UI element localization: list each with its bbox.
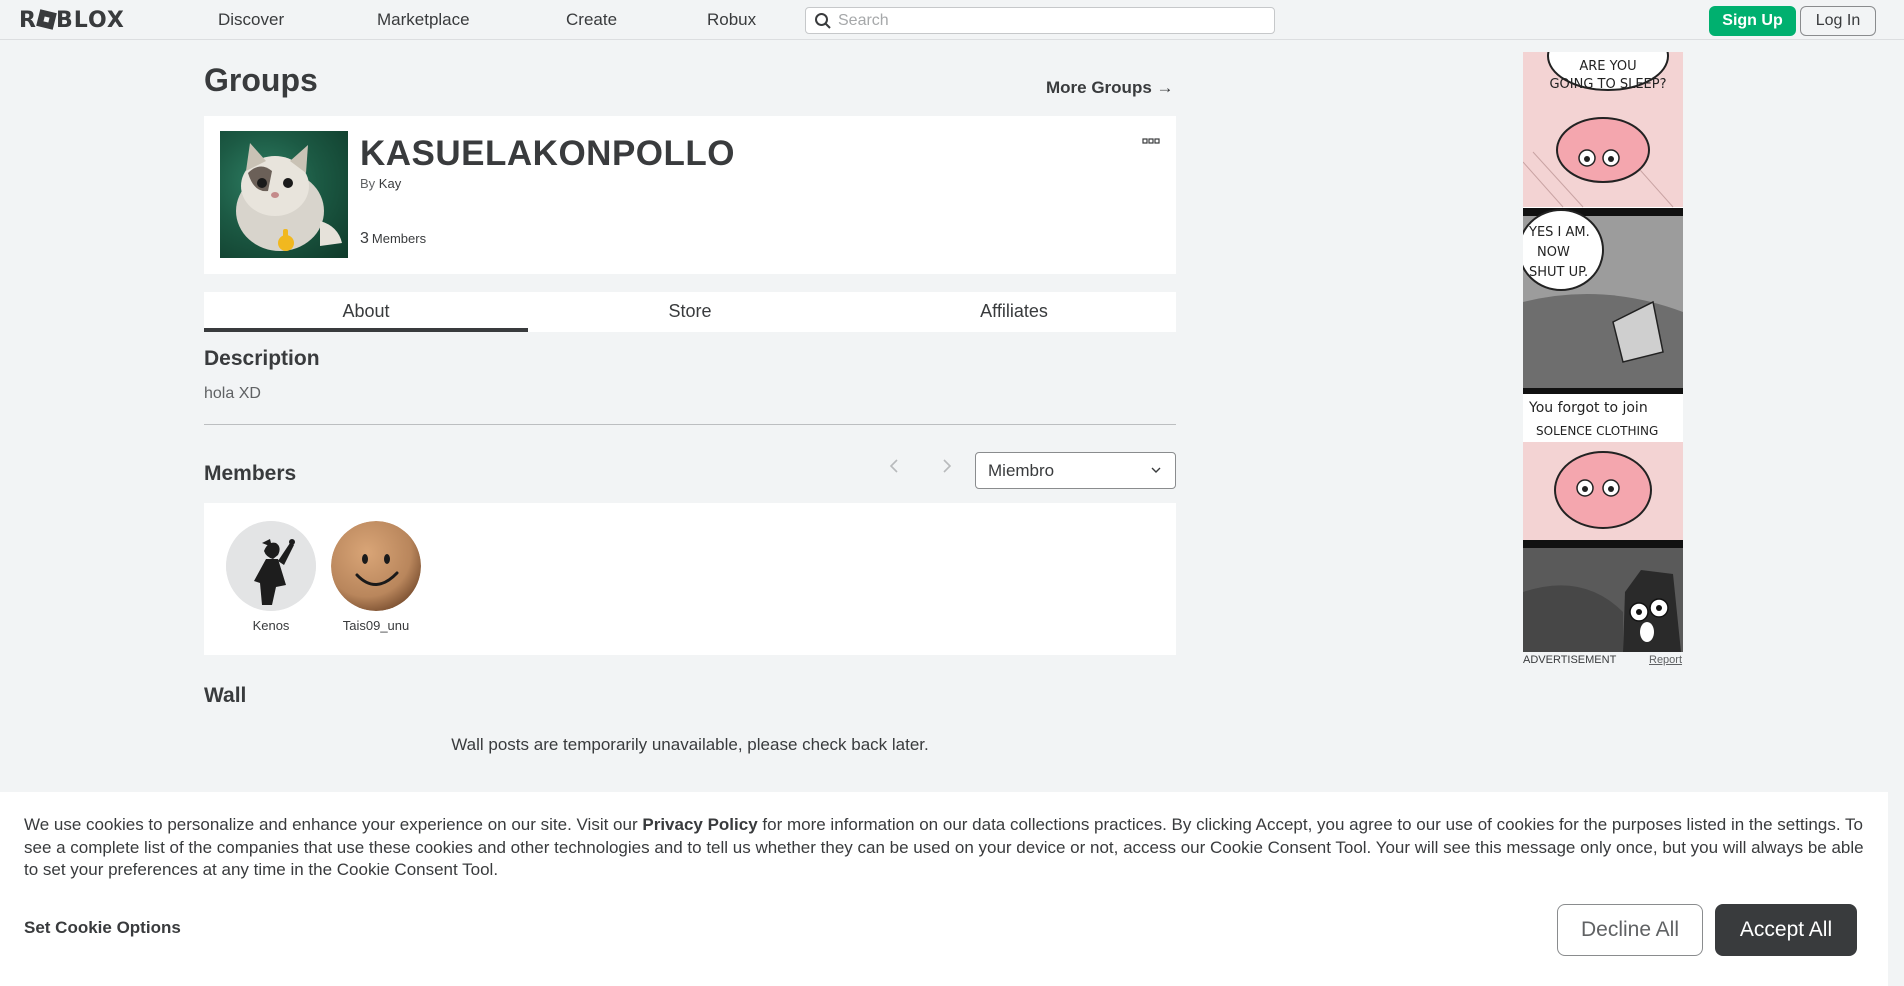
page-title: Groups [204, 62, 318, 98]
set-cookie-options-link[interactable]: Set Cookie Options [24, 918, 181, 938]
chevron-down-icon [1151, 467, 1161, 473]
ad-panel3-line2: SOLENCE CLOTHING [1536, 424, 1658, 438]
chevron-right-icon[interactable] [942, 458, 952, 479]
accept-all-button[interactable]: Accept All [1715, 904, 1857, 956]
group-header-card: KASUELAKONPOLLO By Kay 3 Members [204, 116, 1176, 274]
ad-panel1-line1: ARE YOU [1579, 59, 1636, 74]
advertisement-banner[interactable]: ARE YOU GOING TO SLEEP? YES I AM. NOW SH… [1518, 21, 1683, 652]
cookie-consent-banner: We use cookies to personalize and enhanc… [0, 792, 1888, 986]
nav-marketplace[interactable]: Marketplace [377, 10, 470, 30]
members-heading: Members [204, 462, 297, 485]
owner-link[interactable]: Kay [379, 176, 401, 191]
role-selected-value: Miembro [988, 461, 1055, 480]
cookie-message: We use cookies to personalize and enhanc… [24, 814, 1874, 882]
nav-robux[interactable]: Robux [707, 10, 756, 30]
chevron-left-icon[interactable] [889, 458, 899, 479]
description-heading: Description [204, 347, 320, 370]
member-card[interactable]: Kenos [221, 521, 321, 633]
member-card[interactable]: Tais09_unu [326, 521, 426, 633]
tab-about[interactable]: About [204, 292, 528, 332]
advertisement-label: ADVERTISEMENT [1523, 654, 1617, 666]
description-text: hola XD [204, 385, 261, 402]
role-dropdown[interactable]: Miembro [975, 452, 1176, 489]
ad-panel2-line1: YES I AM. [1528, 225, 1590, 240]
decline-all-button[interactable]: Decline All [1557, 904, 1703, 956]
wall-unavailable-message: Wall posts are temporarily unavailable, … [451, 735, 929, 754]
ad-panel2-line2: NOW [1537, 245, 1570, 260]
search-input[interactable] [838, 10, 1258, 31]
tab-affiliates[interactable]: Affiliates [852, 292, 1176, 332]
privacy-policy-link[interactable]: Privacy Policy [642, 815, 757, 834]
cookie-text-before: We use cookies to personalize and enhanc… [24, 815, 643, 834]
login-button[interactable]: Log In [1800, 6, 1876, 36]
group-owner: By Kay [360, 176, 401, 191]
signup-button[interactable]: Sign Up [1709, 6, 1796, 36]
ad-panel1-line2: GOING TO SLEEP? [1549, 77, 1666, 92]
top-navigation-bar: R BLOX Discover Marketplace Create Robux … [0, 0, 1904, 40]
member-name[interactable]: Tais09_unu [326, 618, 426, 633]
member-name[interactable]: Kenos [221, 618, 321, 633]
member-count-value: 3 [360, 230, 369, 247]
section-divider [204, 424, 1176, 425]
nav-discover[interactable]: Discover [218, 10, 284, 30]
members-list: Kenos Tais09_unu [204, 503, 1176, 655]
ad-panel3-line1: You forgot to join [1528, 400, 1648, 416]
search-box[interactable] [805, 7, 1275, 34]
nav-create[interactable]: Create [566, 10, 617, 30]
avatar [331, 521, 421, 611]
ellipsis-icon[interactable] [1142, 132, 1160, 148]
tab-store[interactable]: Store [528, 292, 852, 332]
group-member-count: 3 Members [360, 230, 426, 248]
search-icon [815, 13, 831, 29]
group-emblem [220, 131, 348, 258]
more-groups-link[interactable]: More Groups → [1046, 78, 1174, 98]
owner-prefix: By [360, 176, 376, 191]
group-name: KASUELAKONPOLLO [360, 134, 735, 173]
member-count-label: Members [371, 231, 427, 246]
avatar [226, 521, 316, 611]
ad-panel2-line3: SHUT UP. [1529, 265, 1588, 280]
ad-report-link[interactable]: Report [1649, 654, 1682, 666]
wall-heading: Wall [204, 684, 247, 707]
roblox-logo[interactable]: R BLOX [19, 8, 125, 33]
group-tabs: About Store Affiliates [204, 292, 1176, 332]
